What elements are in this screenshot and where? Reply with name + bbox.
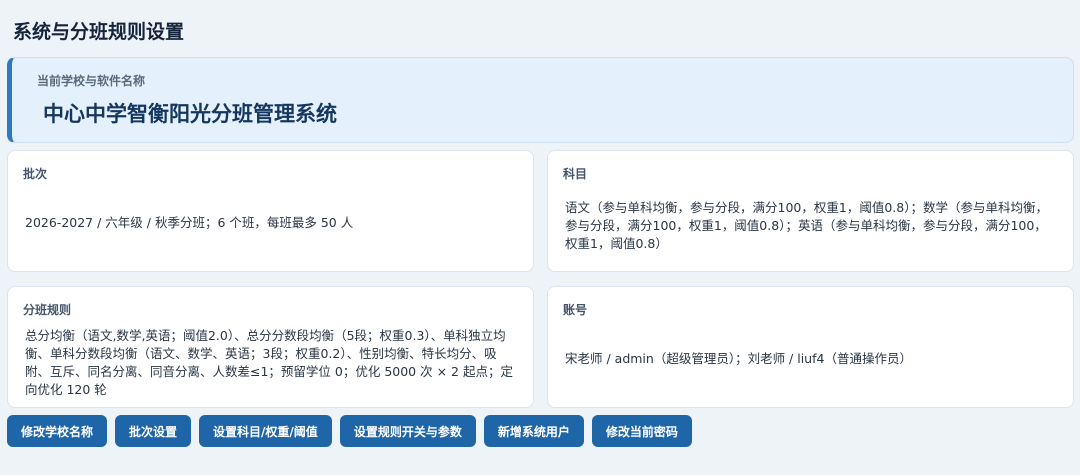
subject-card-title: 科目 — [563, 167, 588, 181]
account-card: 账号 宋老师 / admin（超级管理员）；刘老师 / liuf4（普通操作员） — [547, 286, 1074, 408]
rules-card-title: 分班规则 — [23, 303, 72, 317]
rule-settings-button[interactable]: 设置规则开关与参数 — [339, 415, 476, 447]
rules-card: 分班规则 总分均衡（语文,数学,英语；阈值2.0）、总分分数段均衡（5段；权重0… — [7, 286, 534, 408]
action-button-row: 修改学校名称 批次设置 设置科目/权重/阈值 设置规则开关与参数 新增系统用户 … — [7, 415, 692, 447]
account-card-text: 宋老师 / admin（超级管理员）；刘老师 / liuf4（普通操作员） — [565, 351, 912, 366]
batch-card: 批次 2026-2027 / 六年级 / 秋季分班；6 个班，每班最多 50 人 — [7, 150, 534, 272]
school-info-label: 当前学校与软件名称 — [37, 74, 146, 88]
page-title: 系统与分班规则设置 — [13, 21, 185, 43]
batch-card-title: 批次 — [23, 167, 48, 181]
subject-settings-button[interactable]: 设置科目/权重/阈值 — [199, 415, 332, 447]
subject-card-text: 语文（参与单科均衡，参与分段，满分100，权重1，阈值0.8）；数学（参与单科均… — [565, 200, 1048, 251]
change-password-button[interactable]: 修改当前密码 — [591, 415, 692, 447]
batch-settings-button[interactable]: 批次设置 — [115, 415, 192, 447]
school-name: 中心中学智衡阳光分班管理系统 — [43, 102, 337, 126]
rename-school-button[interactable]: 修改学校名称 — [7, 415, 108, 447]
subject-card: 科目 语文（参与单科均衡，参与分段，满分100，权重1，阈值0.8）；数学（参与… — [547, 150, 1074, 272]
batch-card-text: 2026-2027 / 六年级 / 秋季分班；6 个班，每班最多 50 人 — [25, 215, 354, 230]
school-info-card: 当前学校与软件名称 中心中学智衡阳光分班管理系统 — [7, 57, 1074, 143]
add-user-button[interactable]: 新增系统用户 — [483, 415, 584, 447]
settings-page: 系统与分班规则设置 当前学校与软件名称 中心中学智衡阳光分班管理系统 批次 20… — [0, 0, 1080, 475]
account-card-title: 账号 — [563, 303, 588, 317]
rules-card-text: 总分均衡（语文,数学,英语；阈值2.0）、总分分数段均衡（5段；权重0.3）、单… — [25, 328, 513, 397]
